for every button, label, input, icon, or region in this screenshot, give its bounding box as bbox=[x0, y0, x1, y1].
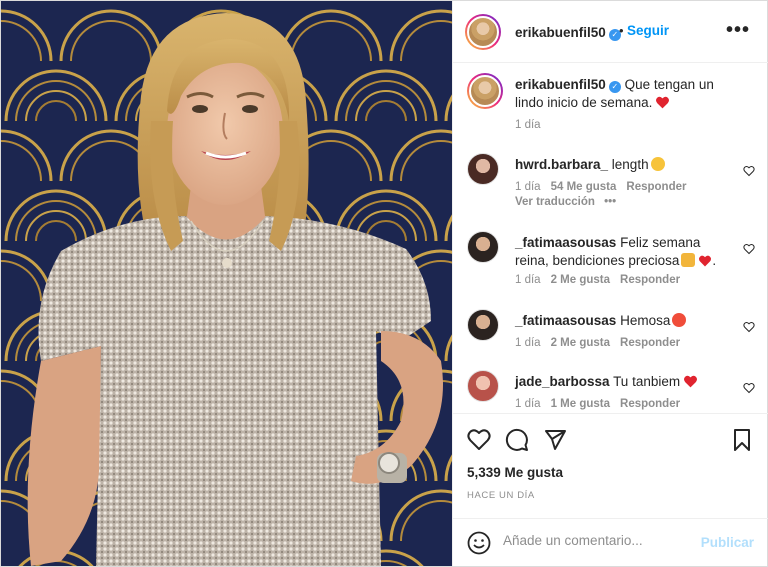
reply-button[interactable]: Responder bbox=[620, 337, 680, 349]
header-separator: • bbox=[619, 23, 624, 38]
share-send-icon[interactable] bbox=[543, 428, 567, 452]
bookmark-icon[interactable] bbox=[730, 428, 754, 452]
likes-count[interactable]: 5,339 Me gusta bbox=[467, 465, 563, 480]
comment-likes[interactable]: 54 Me gusta bbox=[551, 181, 617, 193]
commenter-avatar[interactable] bbox=[467, 153, 499, 185]
red-heart-emoji-icon bbox=[684, 375, 698, 388]
comment-options-icon[interactable]: ••• bbox=[604, 196, 616, 208]
emoji-smile-icon[interactable] bbox=[467, 531, 491, 555]
instagram-post-modal: erikabuenfil50 ✓ • Seguir ••• erikabuenfi… bbox=[0, 0, 768, 567]
comment-username[interactable]: _fatimaasousas bbox=[515, 313, 616, 328]
comment-likes[interactable]: 2 Me gusta bbox=[551, 274, 610, 286]
post-timestamp: HACE UN DÍA bbox=[467, 490, 535, 501]
comment-text: Tu tanbiem bbox=[613, 374, 681, 389]
comment-likes[interactable]: 2 Me gusta bbox=[551, 337, 610, 349]
caption-avatar[interactable] bbox=[467, 73, 503, 109]
author-avatar[interactable] bbox=[465, 14, 501, 50]
commenter-avatar[interactable] bbox=[467, 309, 499, 341]
post-photo-illustration bbox=[1, 1, 452, 566]
comment-text: Hemosa bbox=[620, 313, 671, 328]
praying-hands-emoji-icon bbox=[681, 253, 696, 267]
comment-username[interactable]: jade_barbossa bbox=[515, 374, 610, 389]
comments-list[interactable]: erikabuenfil50 ✓ Que tengan un lindo inic… bbox=[453, 63, 768, 413]
comment-meta: 1 día 2 Me gusta Responder bbox=[515, 337, 680, 349]
publish-button[interactable]: Publicar bbox=[701, 535, 754, 550]
heart-eyes-emoji-icon bbox=[672, 313, 687, 327]
comment-input[interactable] bbox=[503, 533, 693, 548]
commenter-avatar[interactable] bbox=[467, 231, 499, 263]
red-heart-emoji-icon bbox=[656, 96, 670, 109]
comment-time: 1 día bbox=[515, 181, 541, 193]
post-side-panel: erikabuenfil50 ✓ • Seguir ••• erikabuenfi… bbox=[452, 1, 768, 566]
comment-meta: 1 día 1 Me gusta Responder bbox=[515, 398, 680, 410]
comment-like-heart-icon[interactable] bbox=[743, 165, 755, 177]
author-username[interactable]: erikabuenfil50 bbox=[515, 25, 606, 40]
comment-like-heart-icon[interactable] bbox=[743, 321, 755, 333]
reply-button[interactable]: Responder bbox=[626, 181, 686, 193]
comment-username[interactable]: _fatimaasousas bbox=[515, 235, 616, 250]
comment-text-block: _fatimaasousas Hemosa bbox=[515, 312, 735, 330]
comment-like-heart-icon[interactable] bbox=[743, 382, 755, 394]
comment-text-block: jade_barbossa Tu tanbiem bbox=[515, 373, 735, 391]
comment-username[interactable]: hwrd.barbara_ bbox=[515, 157, 608, 172]
red-heart-emoji-icon bbox=[699, 255, 712, 267]
comment-bubble-icon[interactable] bbox=[505, 428, 529, 452]
comment-meta: 1 día 2 Me gusta Responder bbox=[515, 274, 680, 286]
comment-time: 1 día bbox=[515, 398, 541, 410]
comment-meta: 1 día 54 Me gusta Responder bbox=[515, 181, 686, 193]
caption-username[interactable]: erikabuenfil50 bbox=[515, 77, 606, 92]
comment-text: length bbox=[611, 157, 649, 172]
reply-button[interactable]: Responder bbox=[620, 274, 680, 286]
ellipsis-icon[interactable]: ••• bbox=[726, 19, 750, 42]
comment-like-heart-icon[interactable] bbox=[743, 243, 755, 255]
translation-row: Ver traducción ••• bbox=[515, 196, 616, 208]
comment-text-block: hwrd.barbara_ length bbox=[515, 156, 735, 174]
see-translation-link[interactable]: Ver traducción bbox=[515, 196, 595, 208]
reply-button[interactable]: Responder bbox=[620, 398, 680, 410]
like-heart-icon[interactable] bbox=[467, 428, 491, 452]
comment-time: 1 día bbox=[515, 337, 541, 349]
post-header: erikabuenfil50 ✓ • Seguir ••• bbox=[453, 1, 768, 63]
post-image[interactable] bbox=[1, 1, 452, 566]
comment-likes[interactable]: 1 Me gusta bbox=[551, 398, 610, 410]
caption-time: 1 día bbox=[515, 119, 541, 131]
post-actions: 5,339 Me gusta HACE UN DÍA bbox=[453, 413, 768, 518]
verified-badge-icon: ✓ bbox=[608, 81, 621, 93]
caption-text-block: erikabuenfil50 ✓ Que tengan un lindo inic… bbox=[515, 76, 735, 112]
author-username-row: erikabuenfil50 ✓ bbox=[515, 24, 621, 41]
comment-text-block: _fatimaasousas Feliz semana reina, bendi… bbox=[515, 235, 717, 268]
comment-composer: Publicar bbox=[453, 518, 768, 566]
comment-time: 1 día bbox=[515, 274, 541, 286]
follow-button[interactable]: Seguir bbox=[627, 23, 669, 38]
commenter-avatar[interactable] bbox=[467, 370, 499, 402]
grinning-emoji-icon bbox=[650, 157, 665, 171]
